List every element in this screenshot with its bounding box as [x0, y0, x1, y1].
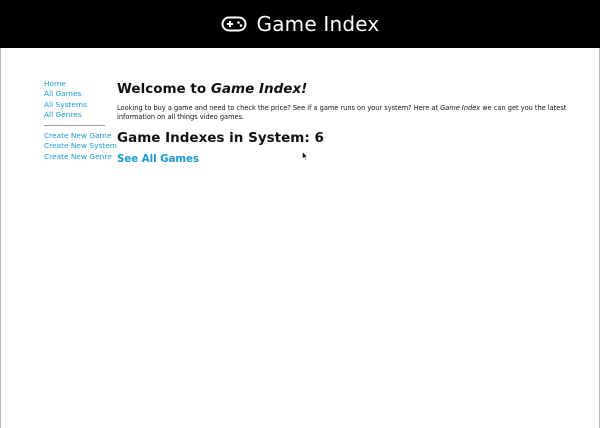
sidebar-link-all-games[interactable]: All Games: [44, 89, 108, 99]
gamepad-icon: [221, 16, 247, 32]
window-border-left: [0, 48, 1, 428]
pointer-cursor-icon: [302, 146, 309, 161]
site-title: Game Index: [256, 12, 380, 36]
welcome-prefix: Welcome to: [117, 81, 211, 97]
intro-brand: Game Index: [440, 104, 481, 112]
sidebar-link-create-game[interactable]: Create New Game: [44, 131, 111, 141]
sidebar-nav: Home All Games All Systems All Genres Cr…: [44, 79, 117, 162]
intro-text-before: Looking to buy a game and need to check …: [117, 104, 441, 112]
sidebar-link-home[interactable]: Home: [44, 79, 108, 89]
welcome-heading: Welcome to Game Index!: [117, 80, 587, 98]
main-content: Welcome to Game Index! Looking to buy a …: [117, 80, 587, 167]
welcome-brand: Game Index!: [210, 81, 308, 97]
sidebar-link-all-genres[interactable]: All Genres: [44, 110, 108, 120]
sidebar-link-create-genre[interactable]: Create New Genre: [44, 152, 112, 162]
intro-paragraph: Looking to buy a game and need to check …: [117, 104, 582, 121]
site-header: Game Index: [0, 0, 600, 48]
sidebar-link-create-system[interactable]: Create New System: [44, 141, 117, 151]
see-all-games-link[interactable]: See All Games: [117, 153, 587, 167]
sidebar-link-all-systems[interactable]: All Systems: [44, 100, 108, 110]
sidebar-divider: [44, 125, 105, 127]
game-count-heading: Game Indexes in System: 6: [117, 130, 324, 147]
